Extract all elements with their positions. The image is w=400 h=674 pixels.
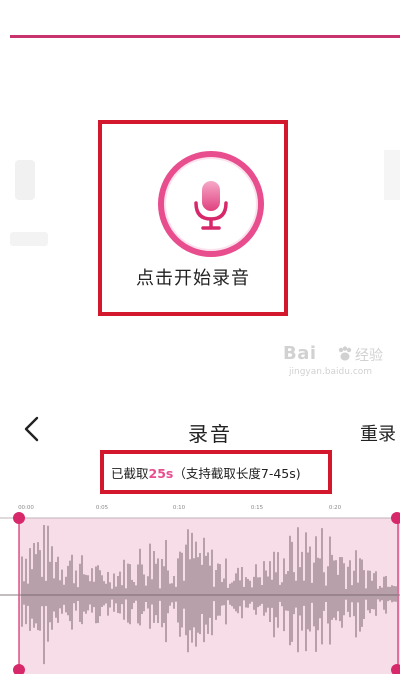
baidu-watermark: Bai 经验 jingyan.baidu.com [283, 343, 383, 383]
page-title: 录音 [188, 422, 232, 446]
clip-prefix: 已截取 [111, 466, 149, 481]
start-record-label[interactable]: 点击开始录音 [98, 264, 288, 290]
paw-icon [338, 346, 352, 361]
clip-hint: （支持截取长度7-45s) [173, 466, 301, 481]
timeline-tick-label: 0:05 [96, 505, 109, 511]
timeline-tick-label: 0:20 [329, 505, 342, 511]
clip-duration-text: 已截取25s（支持截取长度7-45s) [111, 463, 301, 482]
top-divider [10, 35, 400, 38]
selection-start-handle[interactable] [13, 512, 25, 524]
waveform-canvas[interactable]: 00:00 0:05 0:10 0:15 0:20 [0, 498, 400, 674]
waveform-editor[interactable]: 00:00 0:05 0:10 0:15 0:20 [0, 498, 400, 674]
timeline-tick-label: 0:10 [173, 505, 186, 511]
background-ghost-element [10, 232, 48, 246]
watermark-chinese: 经验 [355, 348, 383, 364]
microphone-icon [194, 181, 228, 230]
background-ghost-element [384, 150, 400, 200]
start-record-button[interactable] [158, 151, 264, 257]
timeline-tick-label: 00:00 [18, 505, 34, 511]
background-ghost-element [15, 160, 35, 200]
timeline-tick-label: 0:15 [251, 505, 264, 511]
watermark-url: jingyan.baidu.com [289, 367, 373, 377]
watermark-logo-text: Bai [283, 343, 317, 364]
rerecord-button[interactable]: 重录 [360, 420, 396, 446]
clip-duration-value: 25s [148, 466, 174, 481]
